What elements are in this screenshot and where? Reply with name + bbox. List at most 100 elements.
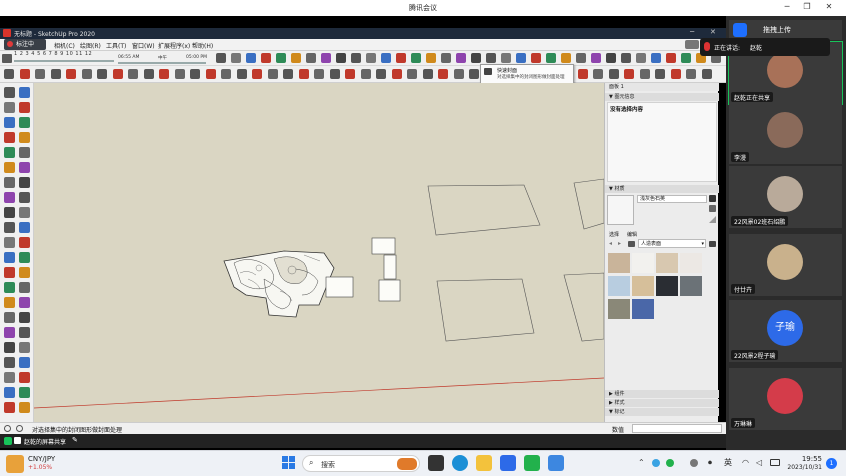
time-slider[interactable]	[118, 62, 206, 64]
upload-button[interactable]: 拖拽上传	[763, 25, 791, 35]
toolbar-tool-icon[interactable]	[681, 53, 691, 63]
su-minimize-icon[interactable]: ─	[690, 28, 694, 36]
toolbar-tool-icon[interactable]	[19, 69, 30, 79]
toolbar-tool-icon[interactable]	[366, 53, 376, 63]
close-icon[interactable]: ✕	[822, 2, 836, 11]
rect-outline-3[interactable]	[573, 178, 604, 230]
drawing-tool-icon[interactable]	[4, 312, 15, 323]
restore-icon[interactable]: ❐	[800, 2, 814, 11]
drawing-tool-icon[interactable]	[4, 87, 15, 98]
currency-widget-icon[interactable]	[6, 455, 24, 473]
site-plan[interactable]	[223, 250, 335, 318]
toolbar-tool-icon[interactable]	[701, 69, 712, 79]
forward-arrow-icon[interactable]: ▸	[618, 241, 624, 247]
toolbar-tool-icon[interactable]	[381, 53, 391, 63]
drawing-tool-icon[interactable]	[19, 327, 30, 338]
paint-bucket-icon[interactable]	[709, 195, 716, 202]
app-icon[interactable]	[548, 455, 564, 471]
toolbar-tool-icon[interactable]	[469, 69, 479, 79]
taskbar-search[interactable]: ⌕ 搜索	[302, 455, 420, 472]
toolbar-tool-icon[interactable]	[608, 69, 619, 79]
edge-icon[interactable]	[452, 455, 468, 471]
rect-outline-2[interactable]	[436, 278, 535, 342]
toolbar-tool-icon[interactable]	[216, 53, 226, 63]
participant-tile[interactable]: 李漫	[729, 102, 842, 164]
toolbar-tool-icon[interactable]	[35, 69, 45, 79]
toolbar-tool-icon[interactable]	[174, 69, 185, 79]
toolbar-tool-icon[interactable]	[314, 69, 324, 79]
wifi-icon[interactable]: ◠	[742, 458, 749, 467]
toolbar-tool-icon[interactable]	[321, 53, 331, 63]
drawing-tool-icon[interactable]	[19, 387, 30, 398]
volume-icon[interactable]: ◁	[756, 458, 762, 467]
drawing-tool-icon[interactable]	[4, 237, 15, 248]
drawing-tool-icon[interactable]	[4, 297, 15, 308]
tray-app-icon-1[interactable]	[652, 459, 660, 467]
toolbar-tool-icon[interactable]	[231, 53, 241, 63]
participant-tile[interactable]: 22风景02班石绍鹏	[729, 166, 842, 228]
measurements-field[interactable]	[632, 424, 722, 433]
drawing-tool-icon[interactable]	[4, 117, 15, 128]
toolbar-tool-icon[interactable]	[456, 53, 466, 63]
drawing-tool-icon[interactable]	[19, 162, 30, 173]
toolbar-tool-icon[interactable]	[97, 69, 107, 79]
drawing-tool-icon[interactable]	[19, 402, 30, 413]
toolbar-tool-icon[interactable]	[426, 53, 436, 63]
drawing-tool-icon[interactable]	[19, 132, 30, 143]
material-swatch[interactable]	[632, 253, 654, 273]
toolbar-tool-icon[interactable]	[66, 69, 76, 79]
toolbar-tool-icon[interactable]	[4, 69, 14, 79]
windows-start-icon[interactable]	[282, 456, 296, 470]
toolbar-tool-icon[interactable]	[441, 53, 451, 63]
drawing-tool-icon[interactable]	[19, 147, 30, 158]
notification-badge[interactable]: 1	[826, 458, 837, 469]
toolbar-tool-icon[interactable]	[438, 69, 448, 79]
toolbar-tool-icon[interactable]	[686, 69, 696, 79]
material-swatch[interactable]	[656, 253, 678, 273]
entity-info-header[interactable]: ▼ 图元信息	[605, 93, 719, 101]
menu-help[interactable]: 帮助(H)	[192, 41, 213, 50]
toolbar-tool-icon[interactable]	[276, 53, 286, 63]
drawing-tool-icon[interactable]	[19, 237, 30, 248]
material-swatch[interactable]	[632, 299, 654, 319]
file-explorer-icon[interactable]	[476, 455, 492, 471]
microphone-icon[interactable]: ⏺	[708, 458, 712, 468]
participant-tile[interactable]: 子瑜 22风景2程子瑜	[729, 300, 842, 362]
toolbar-tool-icon[interactable]	[159, 69, 169, 79]
toolbar-tool-icon[interactable]	[190, 69, 200, 79]
tray-app-icon-2[interactable]	[666, 459, 674, 467]
ime-indicator[interactable]: 英	[724, 457, 732, 468]
drawing-tool-icon[interactable]	[4, 372, 15, 383]
toolbar-tool-icon[interactable]	[561, 53, 571, 63]
toolbar-tool-icon[interactable]	[261, 53, 271, 63]
drawing-tool-icon[interactable]	[19, 117, 30, 128]
menu-window[interactable]: 窗口(W)	[132, 41, 155, 50]
drawing-tool-icon[interactable]	[19, 267, 30, 278]
instructor-icon[interactable]	[16, 425, 23, 432]
material-swatch[interactable]	[608, 253, 630, 273]
toolbar-tool-icon[interactable]	[606, 53, 616, 63]
material-swatch[interactable]	[608, 276, 630, 296]
drawing-tool-icon[interactable]	[19, 192, 30, 203]
toolbar-tool-icon[interactable]	[376, 69, 386, 79]
geo-location-icon[interactable]	[4, 425, 11, 432]
toolbar-tool-icon[interactable]	[306, 53, 316, 63]
tab-edit[interactable]: 编辑	[627, 231, 637, 238]
create-material-icon[interactable]	[709, 205, 716, 212]
annotate-button[interactable]: 标注中	[4, 39, 46, 50]
drawing-tool-icon[interactable]	[4, 387, 15, 398]
toolbar-tool-icon[interactable]	[236, 69, 247, 79]
toolbar-tool-icon[interactable]	[666, 53, 676, 63]
su-close-icon[interactable]: ✕	[710, 28, 716, 36]
toolbar-tool-icon[interactable]	[621, 53, 631, 63]
drawing-tool-icon[interactable]	[4, 327, 15, 338]
styles-header[interactable]: ▶ 样式	[605, 399, 719, 407]
toolbar-tool-icon[interactable]	[128, 69, 138, 79]
toolbar-tool-icon[interactable]	[624, 69, 634, 79]
rect-outline-1[interactable]	[427, 184, 541, 236]
drawing-tool-icon[interactable]	[4, 357, 15, 368]
drawing-tool-icon[interactable]	[19, 312, 30, 323]
drawing-tool-icon[interactable]	[4, 162, 15, 173]
participant-tile[interactable]: 万琳琳	[729, 368, 842, 430]
toolbar-tool-icon[interactable]	[112, 69, 123, 79]
